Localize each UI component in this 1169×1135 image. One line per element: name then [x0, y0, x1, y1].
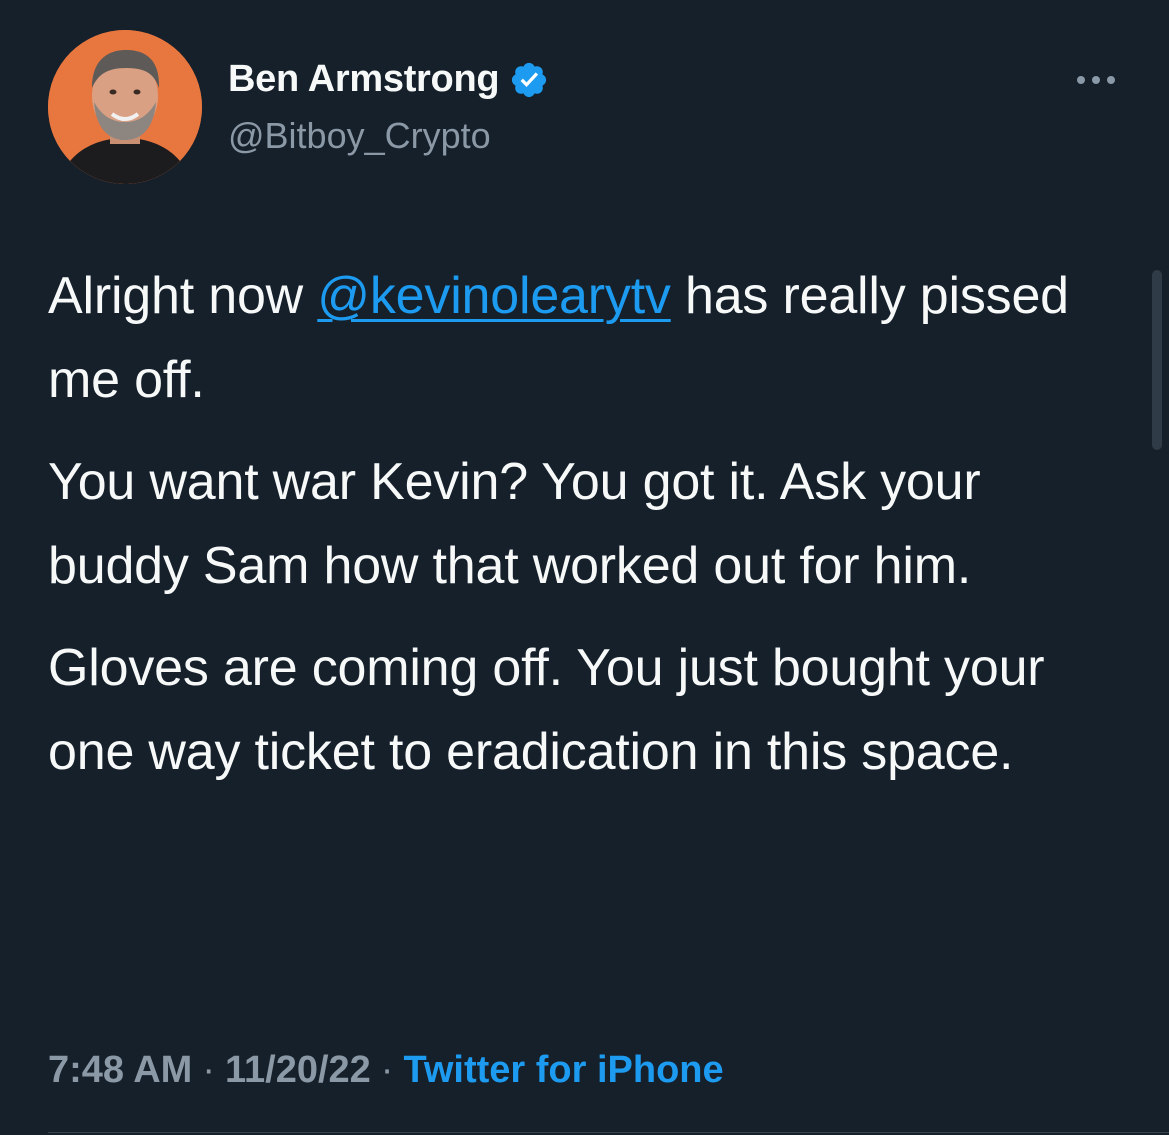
meta-separator: ·	[380, 1049, 394, 1091]
author-name-row: Ben Armstrong	[228, 56, 549, 102]
more-options-button[interactable]	[1064, 60, 1128, 100]
mention-link[interactable]: @kevinolearytv	[317, 267, 671, 325]
profile-photo	[48, 30, 202, 184]
author-handle[interactable]: @Bitboy_Crypto	[228, 114, 491, 158]
tweet-text-segment: Alright now	[48, 267, 318, 325]
more-horizontal-icon	[1107, 76, 1115, 84]
scrollbar[interactable]	[1152, 270, 1162, 450]
meta-separator: ·	[202, 1049, 215, 1091]
divider	[48, 1132, 1169, 1133]
tweet-paragraph: Alright now @kevinolearytv has really pi…	[48, 254, 1128, 422]
tweet-time[interactable]: 7:48 AM	[48, 1049, 192, 1091]
more-horizontal-icon	[1092, 76, 1100, 84]
verified-badge-icon	[509, 60, 549, 100]
tweet-date[interactable]: 11/20/22	[225, 1049, 371, 1091]
author-avatar[interactable]	[48, 30, 202, 184]
tweet-metadata: 7:48 AM · 11/20/22 · Twitter for iPhone	[48, 1046, 724, 1094]
tweet-paragraph: You want war Kevin? You got it. Ask your…	[48, 453, 981, 595]
tweet-source-link[interactable]: Twitter for iPhone	[403, 1049, 723, 1091]
tweet-text: Alright now @kevinolearytv has really pi…	[48, 254, 1128, 812]
tweet-card: Ben Armstrong @Bitboy_Crypto Alright now…	[0, 0, 1169, 1135]
author-name[interactable]: Ben Armstrong	[228, 56, 500, 102]
more-horizontal-icon	[1077, 76, 1085, 84]
tweet-paragraph: Gloves are coming off. You just bought y…	[48, 639, 1045, 781]
